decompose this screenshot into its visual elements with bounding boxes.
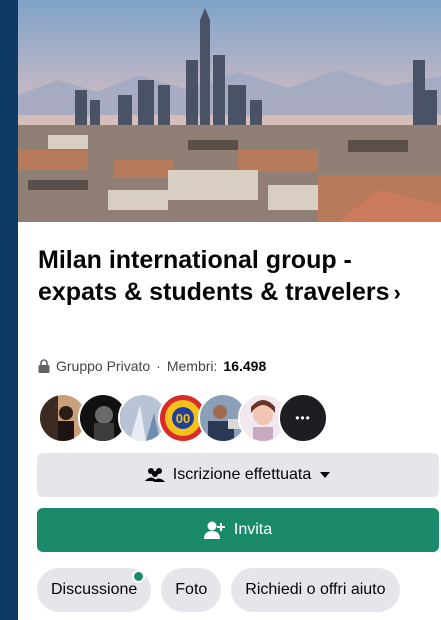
tab-label: Discussione <box>51 581 138 598</box>
group-name[interactable]: Milan international group - expats & stu… <box>38 246 390 306</box>
cover-photo[interactable] <box>18 0 441 222</box>
members-label: Membri: <box>166 358 218 374</box>
notification-dot <box>132 570 146 583</box>
group-meta: Gruppo Privato · Membri: 16.498 <box>38 358 266 374</box>
lock-icon <box>38 359 50 373</box>
group-title[interactable]: Milan international group - expats & stu… <box>38 244 428 309</box>
invite-label: Invita <box>233 521 273 538</box>
more-icon[interactable]: ••• <box>295 411 311 425</box>
more-members-avatar[interactable]: ••• <box>278 393 328 443</box>
group-tabs: Discussione Foto Richiedi o offri aiuto <box>37 568 400 612</box>
joined-label: Iscrizione effettuata <box>172 466 312 483</box>
chevron-right-icon[interactable]: › <box>394 280 401 305</box>
group-icon <box>144 468 165 482</box>
members-count: 16.498 <box>223 358 267 374</box>
add-user-icon <box>203 521 225 539</box>
group-header-card: Milan international group - expats & stu… <box>18 0 441 620</box>
tab-richiedi-aiuto[interactable]: Richiedi o offri aiuto <box>231 568 400 612</box>
joined-button[interactable]: Iscrizione effettuata <box>37 453 439 497</box>
member-avatars[interactable]: 00 ••• <box>38 393 328 445</box>
caret-down-icon <box>320 472 331 478</box>
meta-separator: · <box>156 358 161 374</box>
tab-label: Richiedi o offri aiuto <box>245 581 386 598</box>
tab-label: Foto <box>175 581 208 598</box>
privacy-label: Gruppo Privato <box>56 358 151 374</box>
svg-text:00: 00 <box>176 411 190 426</box>
tab-foto[interactable]: Foto <box>161 568 222 612</box>
invite-button[interactable]: Invita <box>37 508 439 552</box>
tab-discussione[interactable]: Discussione <box>37 568 152 612</box>
